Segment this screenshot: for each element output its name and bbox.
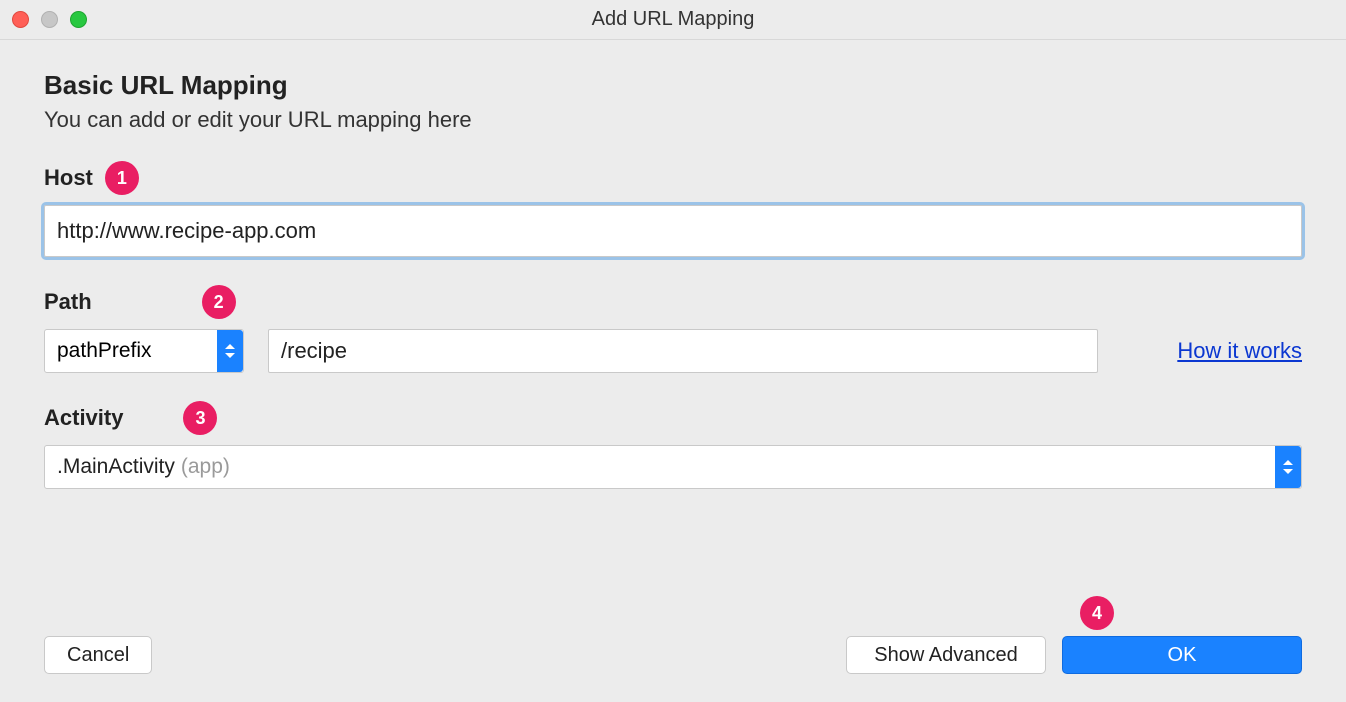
activity-label-row: Activity 3 [44, 401, 1302, 435]
minimize-icon [41, 11, 58, 28]
window-controls [12, 11, 87, 28]
dialog-content: Basic URL Mapping You can add or edit yo… [0, 40, 1346, 702]
dialog-window: Add URL Mapping Basic URL Mapping You ca… [0, 0, 1346, 702]
host-input-wrap [44, 205, 1302, 257]
path-row: pathPrefix How it works [44, 329, 1302, 373]
section-heading: Basic URL Mapping [44, 70, 1302, 101]
titlebar: Add URL Mapping [0, 0, 1346, 40]
activity-select[interactable]: .MainActivity (app) [44, 445, 1302, 489]
window-title: Add URL Mapping [0, 8, 1346, 31]
show-advanced-button[interactable]: Show Advanced [846, 636, 1046, 674]
section-subheading: You can add or edit your URL mapping her… [44, 107, 1302, 133]
host-label-row: Host 1 [44, 161, 1302, 195]
path-type-value: pathPrefix [57, 339, 152, 363]
step-badge-3: 3 [183, 401, 217, 435]
dialog-footer: Cancel Show Advanced 4 OK [44, 616, 1302, 682]
chevron-updown-icon [1275, 446, 1301, 488]
path-input[interactable] [268, 329, 1098, 373]
activity-label: Activity [44, 405, 123, 431]
path-type-select[interactable]: pathPrefix [44, 329, 244, 373]
cancel-button[interactable]: Cancel [44, 636, 152, 674]
path-label-row: Path 2 [44, 285, 1302, 319]
step-badge-1: 1 [105, 161, 139, 195]
step-badge-4: 4 [1080, 596, 1114, 630]
activity-value: .MainActivity [57, 455, 175, 479]
how-it-works-link[interactable]: How it works [1177, 338, 1302, 364]
host-input[interactable] [44, 205, 1302, 257]
path-label: Path [44, 289, 92, 315]
step-badge-2: 2 [202, 285, 236, 319]
activity-suffix: (app) [181, 455, 230, 479]
maximize-icon[interactable] [70, 11, 87, 28]
ok-button-wrap: 4 OK [1062, 636, 1302, 674]
close-icon[interactable] [12, 11, 29, 28]
host-label: Host [44, 165, 93, 191]
chevron-updown-icon [217, 330, 243, 372]
ok-button[interactable]: OK [1062, 636, 1302, 674]
